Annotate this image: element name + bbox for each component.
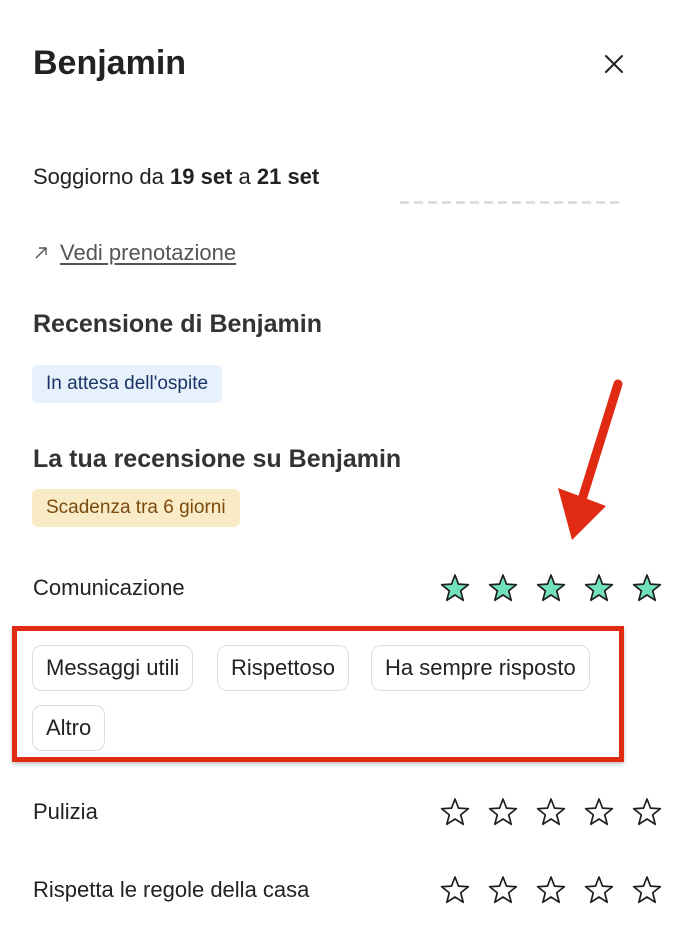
star-icon[interactable] [535,572,567,604]
star-icon[interactable] [631,572,663,604]
guest-name-title: Benjamin [33,44,187,82]
your-review-title: La tua recensione su Benjamin [33,445,402,473]
stay-middle: a [232,164,257,189]
star-rating [439,796,663,828]
close-icon[interactable] [600,50,628,78]
star-icon[interactable] [535,796,567,828]
star-icon[interactable] [487,874,519,906]
rating-row-communication: Comunicazione [33,572,663,604]
star-icon[interactable] [631,796,663,828]
star-rating [439,572,663,604]
review-panel: Benjamin Soggiorno da 19 set a 21 set Ve… [0,0,698,942]
star-icon[interactable] [439,796,471,828]
tag-chip[interactable]: Rispettoso [217,645,349,691]
guest-review-title: Recensione di Benjamin [33,310,322,338]
stay-dates: Soggiorno da 19 set a 21 set [33,164,319,190]
tag-chip[interactable]: Messaggi utili [32,645,194,691]
annotation-highlight-box: Messaggi utili Rispettoso Ha sempre risp… [12,626,624,762]
star-icon[interactable] [583,572,615,604]
rating-row-cleanliness: Pulizia [33,796,663,828]
tag-chip[interactable]: Altro [32,705,106,751]
deadline-badge: Scadenza tra 6 giorni [32,489,240,527]
faded-text-fragment [400,197,620,205]
star-icon[interactable] [631,874,663,906]
stay-prefix: Soggiorno da [33,164,170,189]
annotation-arrow-icon [558,379,623,540]
star-icon[interactable] [535,874,567,906]
tag-chip[interactable]: Ha sempre risposto [371,645,590,691]
view-booking-link[interactable]: Vedi prenotazione [33,240,236,266]
star-icon[interactable] [439,874,471,906]
rating-label: Comunicazione [33,575,185,600]
star-icon[interactable] [439,572,471,604]
status-badge: In attesa dell'ospite [32,365,223,403]
rating-row-house-rules: Rispetta le regole della casa [33,874,663,906]
stay-from-date: 19 set [170,164,233,189]
stay-to-date: 21 set [256,164,320,189]
arrow-up-right-icon [35,247,47,259]
star-icon[interactable] [487,796,519,828]
rating-label: Rispetta le regole della casa [33,877,310,902]
star-rating [439,874,663,906]
star-icon[interactable] [583,874,615,906]
rating-label: Pulizia [33,799,98,824]
view-booking-label: Vedi prenotazione [60,240,237,265]
star-icon[interactable] [487,572,519,604]
star-icon[interactable] [583,796,615,828]
